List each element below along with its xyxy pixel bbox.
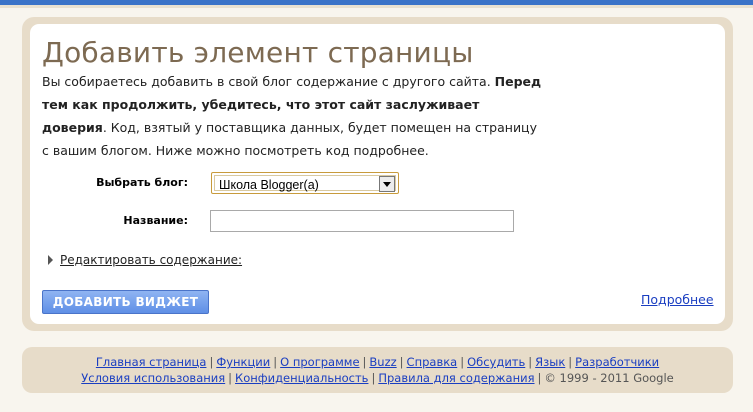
footer-link-developers[interactable]: Разработчики [575, 355, 659, 369]
footer-link-home[interactable]: Главная страница [96, 355, 207, 369]
blog-select-inner: Школа Blogger(а) [214, 175, 396, 192]
intro-text-part-1: Вы собираетесь добавить в свой блог соде… [42, 74, 495, 89]
blog-select[interactable]: Школа Blogger(а) [211, 172, 399, 194]
footer-link-buzz[interactable]: Buzz [369, 355, 396, 369]
footer-link-features[interactable]: Функции [216, 355, 270, 369]
footer-links-row-2: Условия использования | Конфиденциальность… [81, 371, 674, 385]
main-panel: Добавить элемент страницы Вы собираетесь… [30, 24, 725, 324]
footer-link-content-policy[interactable]: Правила для содержания [378, 371, 534, 385]
footer-link-terms[interactable]: Условия использования [81, 371, 225, 385]
name-field-label: Название: [123, 214, 188, 227]
footer-links-row-1: Главная страница | Функции | О программе | Buz… [95, 355, 660, 369]
footer-link-discuss[interactable]: Обсудить [467, 355, 525, 369]
top-accent-shadow [0, 5, 753, 8]
footer-link-help[interactable]: Справка [407, 355, 458, 369]
edit-content-link[interactable]: Редактировать содержание: [60, 253, 242, 267]
blog-select-label: Выбрать блог: [96, 176, 188, 189]
page-title: Добавить элемент страницы [42, 36, 474, 69]
main-frame: Добавить элемент страницы Вы собираетесь… [22, 17, 733, 331]
name-field[interactable] [210, 210, 514, 232]
more-details-link[interactable]: Подробнее [641, 292, 714, 307]
add-widget-button[interactable]: ДОБАВИТЬ ВИДЖЕТ [42, 290, 209, 314]
chevron-down-icon[interactable] [379, 176, 395, 192]
blog-select-value: Школа Blogger(а) [219, 178, 319, 192]
footer-link-about[interactable]: О программе [280, 355, 359, 369]
footer-link-language[interactable]: Язык [535, 355, 565, 369]
footer-copyright: © 1999 - 2011 Google [544, 371, 674, 385]
footer-link-privacy[interactable]: Конфиденциальность [235, 371, 368, 385]
triangle-right-icon [48, 255, 53, 265]
footer: Главная страница | Функции | О программе | Buz… [22, 347, 733, 393]
edit-content-toggle[interactable]: Редактировать содержание: [48, 253, 242, 267]
intro-text-part-2: . Код, взятый у поставщика данных, будет… [42, 120, 537, 158]
intro-text: Вы собираетесь добавить в свой блог соде… [42, 70, 542, 162]
